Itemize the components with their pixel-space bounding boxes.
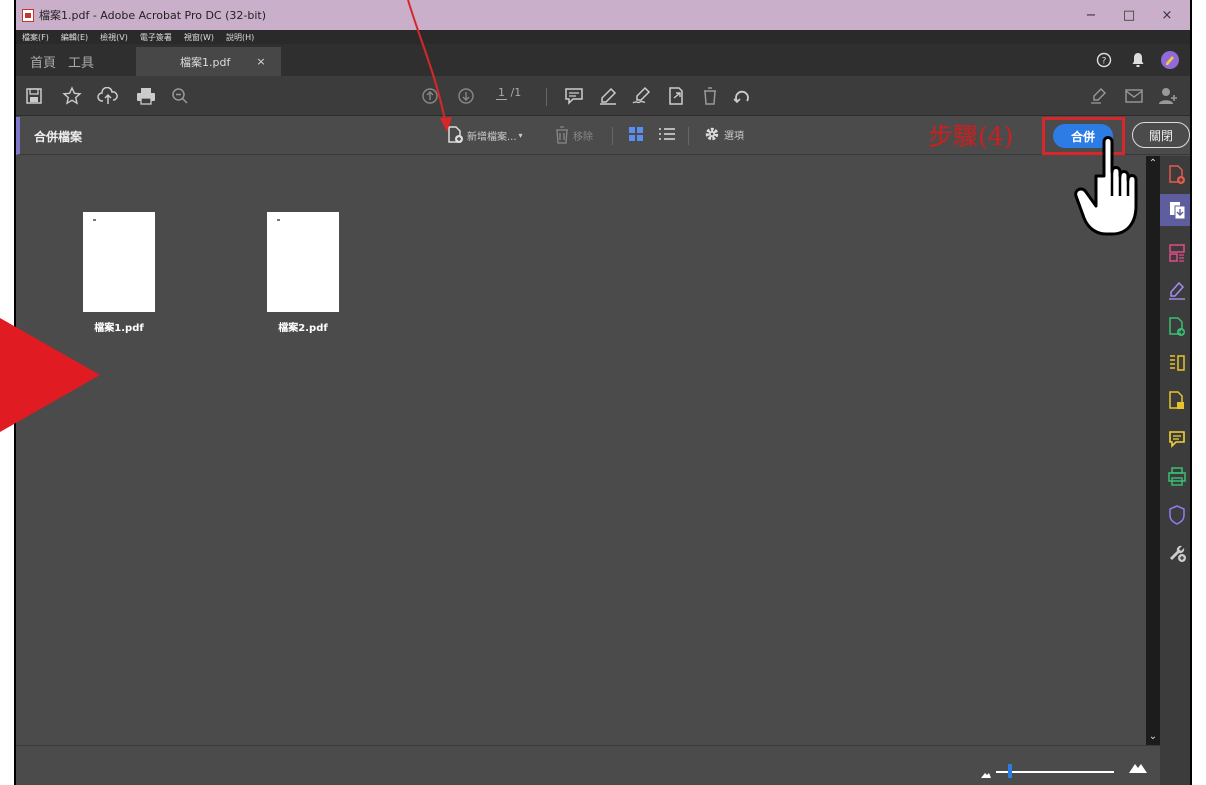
menu-bar: 檔案(F) 編輯(E) 檢視(V) 電子簽署 視窗(W) 說明(H) [16, 30, 1190, 44]
maximize-button[interactable]: □ [1110, 0, 1148, 30]
list-view-icon [659, 128, 675, 140]
svg-text:?: ? [1102, 57, 1107, 67]
create-pdf-icon[interactable] [1166, 164, 1188, 186]
menu-edit[interactable]: 編輯(E) [61, 32, 88, 43]
tab-document-label: 檔案1.pdf [180, 55, 231, 69]
grid-view-icon [629, 127, 643, 141]
header-divider [612, 127, 613, 145]
scroll-down-icon[interactable]: ⌄ [1146, 731, 1160, 743]
close-tool-button[interactable]: 關閉 [1132, 122, 1190, 148]
sign-pen-icon[interactable] [1088, 84, 1112, 108]
more-tools-icon[interactable] [1166, 542, 1188, 564]
compare-files-icon[interactable] [1166, 352, 1188, 374]
user-avatar-icon[interactable] [1160, 50, 1180, 70]
email-icon[interactable] [1122, 84, 1146, 108]
main-toolbar: 1 /1 [16, 76, 1190, 116]
options-label: 選項 [724, 130, 744, 142]
menu-esign[interactable]: 電子簽署 [140, 32, 172, 43]
step-annotation-label: 步驟(4) [928, 122, 1014, 151]
gear-icon [705, 127, 719, 141]
comment-icon[interactable] [562, 84, 586, 108]
next-page-icon[interactable] [454, 84, 478, 108]
pdf-app-icon [22, 8, 34, 22]
vertical-scrollbar[interactable]: ⌃ ⌄ [1146, 156, 1160, 745]
zoom-large-icon[interactable] [1128, 758, 1148, 778]
tab-bar: 首頁 工具 檔案1.pdf × ? [16, 44, 1190, 76]
file-thumbnails-area: 檔案1.pdf 檔案2.pdf [16, 156, 1146, 745]
options-button[interactable]: 選項 [704, 126, 744, 142]
add-file-icon [448, 126, 463, 143]
tab-tools[interactable]: 工具 [68, 52, 94, 71]
list-view-button[interactable] [658, 126, 676, 142]
menu-help[interactable]: 說明(H) [226, 32, 254, 43]
sign-icon[interactable] [630, 84, 654, 108]
notification-bell-icon[interactable] [1128, 50, 1148, 70]
zoom-slider-handle[interactable] [1008, 764, 1013, 778]
file-name-1: 檔案1.pdf [94, 323, 144, 334]
acrobat-window: 檔案1.pdf - Adobe Acrobat Pro DC (32-bit) … [14, 0, 1192, 785]
file-thumbnail-1[interactable] [83, 212, 155, 312]
page-indicator[interactable]: 1 /1 [496, 86, 522, 100]
tab-document[interactable]: 檔案1.pdf × [136, 47, 281, 76]
delete-icon[interactable] [698, 84, 722, 108]
minimize-button[interactable]: − [1072, 0, 1110, 30]
print-production-icon[interactable] [1166, 466, 1188, 488]
title-bar: 檔案1.pdf - Adobe Acrobat Pro DC (32-bit) … [16, 0, 1190, 30]
trash-icon [556, 126, 568, 144]
remove-button[interactable]: 移除 [554, 126, 593, 144]
zoom-out-icon[interactable] [168, 84, 192, 108]
menu-window[interactable]: 視窗(W) [184, 32, 214, 43]
comment-tool-icon[interactable] [1166, 428, 1188, 450]
status-bar [16, 745, 1160, 785]
zoom-slider[interactable] [996, 771, 1114, 773]
export-pdf-icon[interactable] [1166, 316, 1188, 338]
fill-sign-icon[interactable] [1166, 280, 1188, 302]
zoom-small-icon[interactable] [980, 764, 992, 783]
toolbar-divider [546, 88, 547, 106]
combine-tool-header: 合併檔案 新增檔案... ▾ 移除 選項 步驟(4) 合併 關閉 [16, 117, 1190, 155]
file-thumbnail-2[interactable] [267, 212, 339, 312]
save-icon[interactable] [22, 84, 46, 108]
prev-page-icon[interactable] [418, 84, 442, 108]
close-window-button[interactable]: × [1148, 0, 1186, 30]
tool-title: 合併檔案 [34, 130, 83, 144]
add-files-label: 新增檔案... [467, 131, 517, 143]
cloud-upload-icon[interactable] [96, 84, 120, 108]
header-divider [688, 127, 689, 145]
right-tools-panel [1160, 156, 1190, 785]
remove-label: 移除 [573, 131, 593, 143]
organize-pages-icon[interactable] [1166, 242, 1188, 264]
combine-files-icon[interactable] [1160, 194, 1190, 226]
menu-file[interactable]: 檔案(F) [22, 32, 49, 43]
add-user-icon[interactable] [1156, 84, 1180, 108]
menu-view[interactable]: 檢視(V) [100, 32, 128, 43]
combine-button[interactable]: 合併 [1053, 124, 1113, 148]
file-name-2: 檔案2.pdf [278, 323, 328, 334]
add-files-button[interactable]: 新增檔案... ▾ [446, 126, 523, 144]
current-page-input[interactable]: 1 [496, 86, 507, 100]
edit-pdf-icon[interactable] [1166, 390, 1188, 412]
scroll-up-icon[interactable]: ⌃ [1146, 158, 1160, 170]
print-icon[interactable] [134, 84, 158, 108]
share-icon[interactable] [664, 84, 688, 108]
add-files-caret-icon: ▾ [518, 130, 523, 140]
thumbnail-view-button[interactable] [628, 126, 644, 142]
protect-shield-icon[interactable] [1166, 504, 1188, 526]
highlight-pen-icon[interactable] [596, 84, 620, 108]
page-total: /1 [510, 86, 522, 99]
bookmark-star-icon[interactable] [60, 84, 84, 108]
undo-rotate-icon[interactable] [730, 84, 754, 108]
tab-home[interactable]: 首頁 [30, 52, 56, 71]
window-title: 檔案1.pdf - Adobe Acrobat Pro DC (32-bit) [39, 9, 267, 22]
tab-close-icon[interactable]: × [256, 55, 265, 68]
help-icon[interactable]: ? [1094, 50, 1114, 70]
